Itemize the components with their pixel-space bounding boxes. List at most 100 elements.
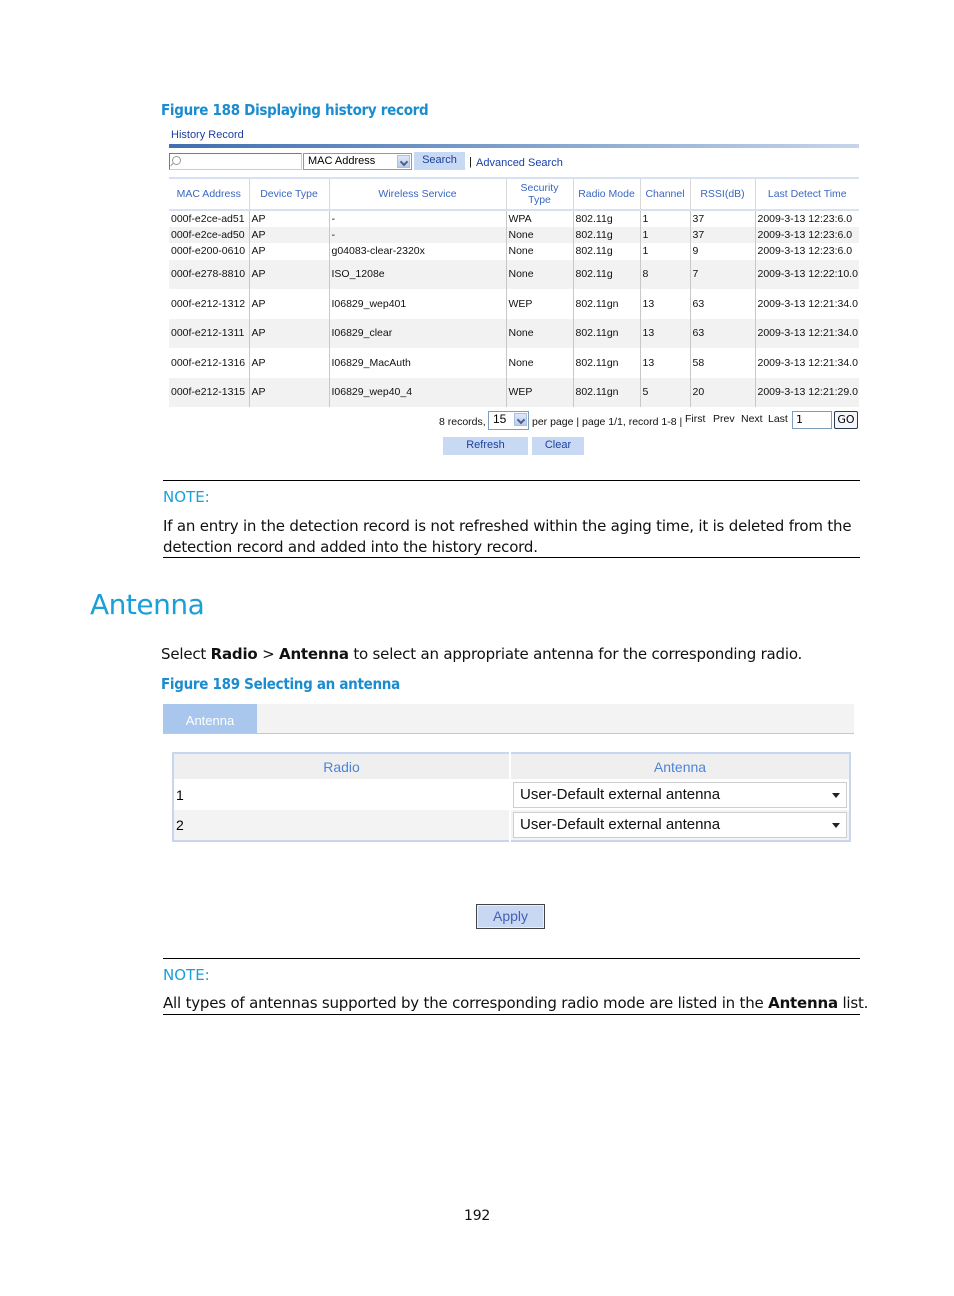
clear-button[interactable]: Clear	[532, 437, 584, 455]
cell-channel: 13	[639, 348, 690, 378]
cell-device-type: AP	[248, 259, 329, 289]
cell-radio-mode: 802.11gn	[572, 318, 640, 348]
refresh-button[interactable]: Refresh	[443, 437, 528, 455]
prev-page-link[interactable]: Prev	[713, 413, 735, 425]
antenna-table: Radio Antenna 1 User-Default external an…	[172, 752, 851, 842]
antenna-select[interactable]: User-Default external antenna	[513, 781, 847, 808]
table-row[interactable]: 000f-e2ce-ad51 AP - WPA 802.11g 1 37 200…	[169, 210, 859, 227]
intro-text: >	[257, 645, 280, 663]
tab-bar	[163, 704, 854, 734]
column-header[interactable]: RSSI(dB)	[689, 177, 755, 211]
per-page-select[interactable]: 15	[488, 411, 529, 430]
cell-radio-mode: 802.11gn	[572, 348, 640, 378]
note-label: NOTE:	[163, 966, 210, 984]
cell-wireless-service: ISO_1208e	[328, 259, 506, 289]
cell-wireless-service: I06829_wep40_4	[328, 377, 506, 407]
advanced-search-link[interactable]: Advanced Search	[476, 157, 563, 169]
column-header[interactable]: Security Type	[505, 177, 573, 211]
last-page-link[interactable]: Last	[768, 413, 788, 425]
cell-last-detect-time: 2009-3-13 12:21:34.0	[754, 348, 859, 378]
cell-last-detect-time: 2009-3-13 12:21:29.0	[754, 377, 859, 407]
column-header[interactable]: Last Detect Time	[754, 177, 859, 211]
table-row[interactable]: 000f-e212-1315 AP I06829_wep40_4 WEP 802…	[169, 377, 859, 407]
cell-security-type: WEP	[505, 289, 573, 319]
note-bottom-rule	[163, 1014, 860, 1015]
antenna-select-value: User-Default external antenna	[520, 785, 721, 803]
cell-rssi: 9	[689, 243, 755, 260]
cell-security-type: WEP	[505, 377, 573, 407]
page-number-input[interactable]: 1	[792, 411, 832, 429]
search-field-select[interactable]: MAC Address	[303, 153, 412, 170]
apply-button[interactable]: Apply	[476, 904, 545, 929]
table-row[interactable]: 000f-e278-8810 AP ISO_1208e None 802.11g…	[169, 259, 859, 289]
cell-last-detect-time: 2009-3-13 12:21:34.0	[754, 289, 859, 319]
column-header[interactable]: MAC Address	[169, 177, 249, 211]
cell-device-type: AP	[248, 318, 329, 348]
table-row[interactable]: 000f-e2ce-ad50 AP - None 802.11g 1 37 20…	[169, 226, 859, 243]
antenna-select-value: User-Default external antenna	[520, 816, 721, 833]
cell-channel: 1	[639, 226, 690, 243]
panel-title-bar	[169, 144, 859, 148]
next-page-link[interactable]: Next	[741, 413, 763, 425]
cell-rssi: 20	[689, 377, 755, 407]
cell-rssi: 63	[689, 318, 755, 348]
per-page-select-value: 15	[493, 412, 507, 426]
cell-rssi: 7	[689, 259, 755, 289]
table-row[interactable]: 000f-e212-1316 AP I06829_MacAuth None 80…	[169, 348, 859, 378]
cell-channel: 1	[639, 210, 690, 227]
cell-radio-mode: 802.11g	[572, 259, 640, 289]
history-record-table: MAC Address Device Type Wireless Service…	[169, 177, 859, 407]
cell-device-type: AP	[248, 226, 329, 243]
cell-radio-mode: 802.11gn	[572, 377, 640, 407]
table-row: 1 User-Default external antenna	[173, 779, 850, 810]
search-icon	[172, 156, 181, 165]
note-top-rule	[163, 480, 860, 481]
column-header[interactable]: Wireless Service	[328, 177, 506, 211]
column-header-radio: Radio	[173, 753, 510, 779]
go-button[interactable]: GO	[834, 411, 858, 429]
note-text-part: All types of antennas supported by the c…	[163, 994, 769, 1012]
chevron-down-icon	[397, 155, 410, 168]
cell-channel: 8	[639, 259, 690, 289]
cell-wireless-service: -	[328, 226, 506, 243]
column-header-antenna: Antenna	[509, 753, 850, 779]
cell-mac: 000f-e2ce-ad51	[171, 212, 245, 225]
table-row[interactable]: 000f-e212-1311 AP I06829_clear None 802.…	[169, 318, 859, 348]
cell-radio: 1	[173, 779, 510, 810]
column-header[interactable]: Radio Mode	[572, 177, 640, 211]
cell-radio-mode: 802.11gn	[572, 289, 640, 319]
cell-wireless-service: g04083-clear-2320x	[328, 243, 506, 260]
table-row[interactable]: 000f-e200-0610 AP g04083-clear-2320x Non…	[169, 243, 859, 260]
cell-wireless-service: I06829_MacAuth	[328, 348, 506, 378]
search-field-select-value: MAC Address	[308, 155, 376, 167]
page-number: 192	[464, 1208, 491, 1224]
column-header[interactable]: Channel	[639, 177, 690, 211]
column-header[interactable]: Device Type	[248, 177, 329, 211]
cell-last-detect-time: 2009-3-13 12:22:10.0	[754, 259, 859, 289]
figure-188-caption: Figure 188 Displaying history record	[161, 101, 429, 119]
pagination-info: per page | page 1/1, record 1-8 |	[532, 416, 683, 428]
antenna-select[interactable]: User-Default external antenna	[513, 812, 847, 838]
cell-mac: 000f-e212-1315	[169, 377, 249, 407]
note-bottom-rule	[163, 557, 860, 558]
table-row[interactable]: 000f-e212-1312 AP I06829_wep401 WEP 802.…	[169, 289, 859, 319]
note-top-rule	[163, 958, 860, 959]
cell-security-type: None	[505, 318, 573, 348]
menu-radio: Radio	[210, 645, 258, 663]
cell-channel: 5	[639, 377, 690, 407]
search-button[interactable]: Search	[414, 152, 465, 170]
intro-text: Select	[161, 645, 211, 663]
cell-mac: 000f-e278-8810	[169, 259, 249, 289]
cell-last-detect-time: 2009-3-13 12:23:6.0	[754, 210, 859, 227]
cell-mac: 000f-e200-0610	[171, 245, 246, 258]
table-header-row: Radio Antenna	[173, 753, 850, 779]
tab-antenna[interactable]: Antenna	[163, 704, 257, 733]
note-text-part: list.	[837, 994, 869, 1012]
dropdown-arrow-icon	[832, 823, 840, 828]
search-input[interactable]	[169, 153, 302, 170]
cell-mac: 000f-e2ce-ad50	[169, 226, 249, 243]
cell-mac: 000f-e212-1312	[171, 297, 246, 310]
first-page-link[interactable]: First	[685, 413, 705, 425]
cell-device-type: AP	[248, 348, 329, 378]
history-record-panel-title: History Record	[171, 129, 244, 141]
